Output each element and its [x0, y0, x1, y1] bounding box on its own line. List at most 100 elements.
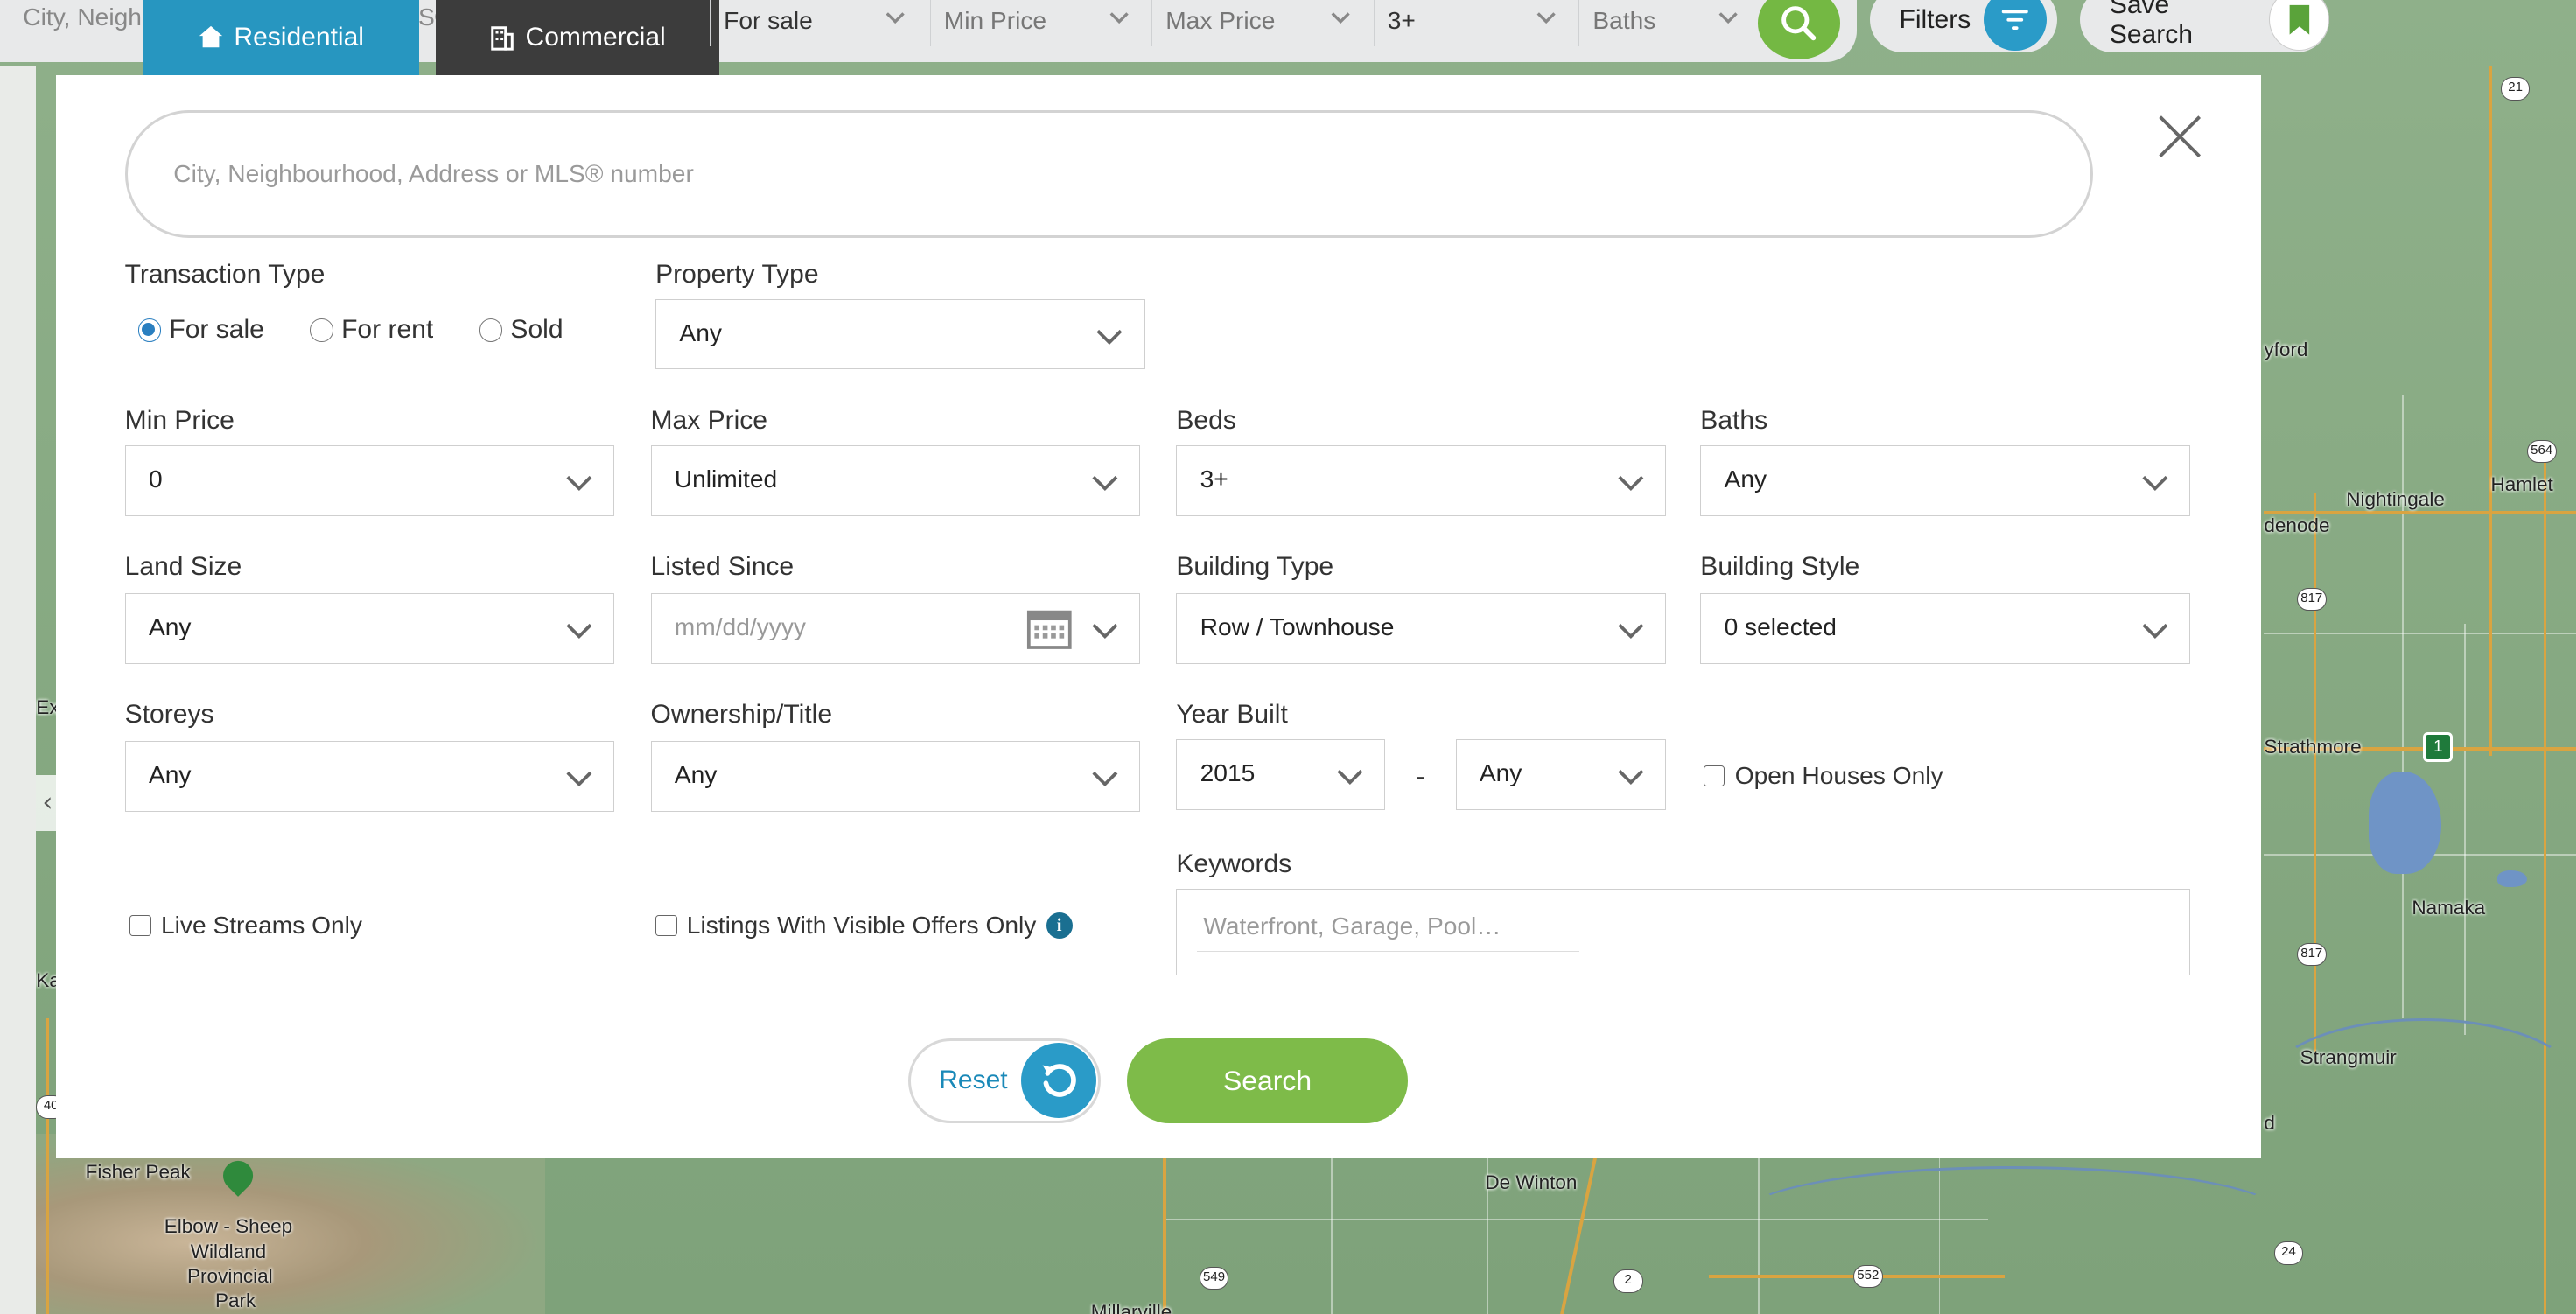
radio-sold-label: Sold	[510, 315, 564, 345]
property-type-select[interactable]: Any	[655, 298, 1145, 370]
storeys-label: Storeys	[124, 699, 214, 729]
year-built-label: Year Built	[1176, 699, 1288, 729]
keywords-input[interactable]	[1196, 902, 1580, 953]
baths-value: Any	[1724, 465, 1768, 493]
radio-dot[interactable]	[310, 318, 333, 342]
filters-button[interactable]: Filters	[1869, 0, 2057, 53]
chevron-down-icon	[1092, 476, 1118, 492]
map-grid-line	[2264, 632, 2576, 634]
map-label: Namaka	[2412, 897, 2486, 919]
radio-for-rent[interactable]: For rent	[310, 315, 433, 345]
search-icon	[1782, 5, 1816, 40]
map-label: denode	[2264, 514, 2330, 536]
radio-for-sale[interactable]: For sale	[137, 315, 264, 345]
reset-button-label: Reset	[939, 1065, 1008, 1094]
search-button[interactable]: Search	[1127, 1038, 1409, 1124]
top-transaction-value: For sale	[724, 7, 813, 34]
map-lake	[2369, 772, 2442, 874]
chevron-down-icon	[1110, 11, 1129, 24]
checkbox-box[interactable]	[1704, 765, 1726, 787]
max-price-label: Max Price	[650, 405, 768, 435]
map-river	[1741, 1166, 2284, 1265]
checkbox-box[interactable]	[655, 914, 677, 937]
map-river	[2267, 1018, 2576, 1150]
min-price-label: Min Price	[124, 405, 234, 435]
chevron-down-icon	[2141, 476, 2167, 492]
top-transaction-select[interactable]: For sale	[710, 0, 923, 46]
year-built-from-select[interactable]: 2015	[1176, 738, 1385, 810]
storeys-value: Any	[148, 760, 192, 788]
top-max-price-value: Max Price	[1166, 7, 1276, 34]
chevron-down-icon	[1092, 772, 1118, 787]
map-lake	[2496, 870, 2527, 887]
chevron-down-icon	[1617, 476, 1643, 492]
location-search-input[interactable]	[124, 109, 2094, 239]
route-shield: 817	[2296, 588, 2327, 612]
map-grid-line	[1758, 1157, 1760, 1314]
visible-offers-checkbox[interactable]: Listings With Visible Offers Only i	[655, 912, 1073, 940]
top-search-bar: City, Neighbourhood, Address or MLS® num…	[0, 0, 2576, 76]
radio-sold[interactable]: Sold	[479, 315, 564, 345]
calendar-icon[interactable]	[1026, 607, 1073, 650]
top-min-price-select[interactable]: Min Price	[929, 0, 1147, 46]
map-road	[2313, 493, 2317, 1052]
beds-value: 3+	[1200, 465, 1228, 493]
building-type-label: Building Type	[1176, 551, 1334, 581]
chevron-down-icon	[1331, 11, 1350, 24]
building-type-value: Row / Townhouse	[1200, 612, 1395, 640]
highway-sign-icon: 1	[2423, 732, 2454, 763]
save-search-button[interactable]: Save Search	[2080, 0, 2330, 53]
top-baths-select[interactable]: Baths	[1578, 0, 1756, 46]
route-shield: 552	[1852, 1264, 1883, 1289]
open-houses-checkbox[interactable]: Open Houses Only	[1704, 762, 1943, 790]
listed-since-label: Listed Since	[650, 551, 794, 581]
property-type-label: Property Type	[655, 259, 819, 289]
baths-select[interactable]: Any	[1700, 444, 2190, 516]
top-min-price-value: Min Price	[943, 7, 1047, 34]
close-icon[interactable]	[2155, 112, 2204, 161]
chevron-down-icon	[2141, 624, 2167, 640]
min-price-select[interactable]: 0	[124, 444, 615, 516]
building-type-select[interactable]: Row / Townhouse	[1176, 592, 1666, 664]
max-price-value: Unlimited	[674, 465, 778, 493]
ownership-select[interactable]: Any	[650, 740, 1141, 812]
land-size-value: Any	[148, 612, 192, 640]
map-label: Elbow - Sheep	[164, 1215, 293, 1238]
chevron-down-icon	[566, 476, 592, 492]
land-size-label: Land Size	[124, 551, 242, 581]
beds-label: Beds	[1176, 405, 1236, 435]
building-style-select[interactable]: 0 selected	[1700, 592, 2190, 664]
bookmark-icon	[2289, 4, 2309, 35]
route-shield: 549	[1199, 1266, 1229, 1290]
top-beds-select[interactable]: 3+	[1373, 0, 1574, 46]
chevron-down-icon	[1617, 770, 1643, 786]
radio-dot[interactable]	[479, 318, 503, 342]
listed-since-date-input[interactable]: mm/dd/yyyy	[650, 592, 1141, 664]
top-max-price-select[interactable]: Max Price	[1152, 0, 1368, 46]
transaction-type-label: Transaction Type	[124, 259, 326, 289]
map-road	[2488, 66, 2493, 756]
map-label: Fisher Peak	[85, 1161, 191, 1184]
map-label: De Winton	[1485, 1171, 1578, 1193]
info-icon[interactable]: i	[1046, 912, 1073, 940]
live-streams-checkbox[interactable]: Live Streams Only	[130, 912, 362, 940]
tab-commercial-label: Commercial	[525, 23, 666, 52]
building-style-value: 0 selected	[1724, 612, 1837, 640]
land-size-select[interactable]: Any	[124, 592, 615, 664]
checkbox-box[interactable]	[130, 914, 151, 937]
max-price-select[interactable]: Unlimited	[650, 444, 1141, 516]
year-built-to-select[interactable]: Any	[1455, 738, 1666, 810]
radio-dot-selected[interactable]	[137, 318, 161, 342]
map-label: Provincial	[187, 1264, 273, 1287]
map-grid-line	[1330, 1157, 1333, 1314]
building-icon	[491, 26, 514, 51]
reset-button[interactable]: Reset	[908, 1038, 1101, 1124]
route-shield: 21	[2500, 77, 2530, 101]
radio-for-rent-label: For rent	[341, 315, 434, 345]
storeys-select[interactable]: Any	[124, 740, 615, 812]
tab-commercial[interactable]: Commercial	[435, 0, 720, 76]
beds-select[interactable]: 3+	[1176, 444, 1666, 516]
map-label: d	[2264, 1112, 2275, 1135]
tab-residential[interactable]: Residential	[143, 0, 419, 76]
ownership-label: Ownership/Title	[650, 699, 833, 729]
